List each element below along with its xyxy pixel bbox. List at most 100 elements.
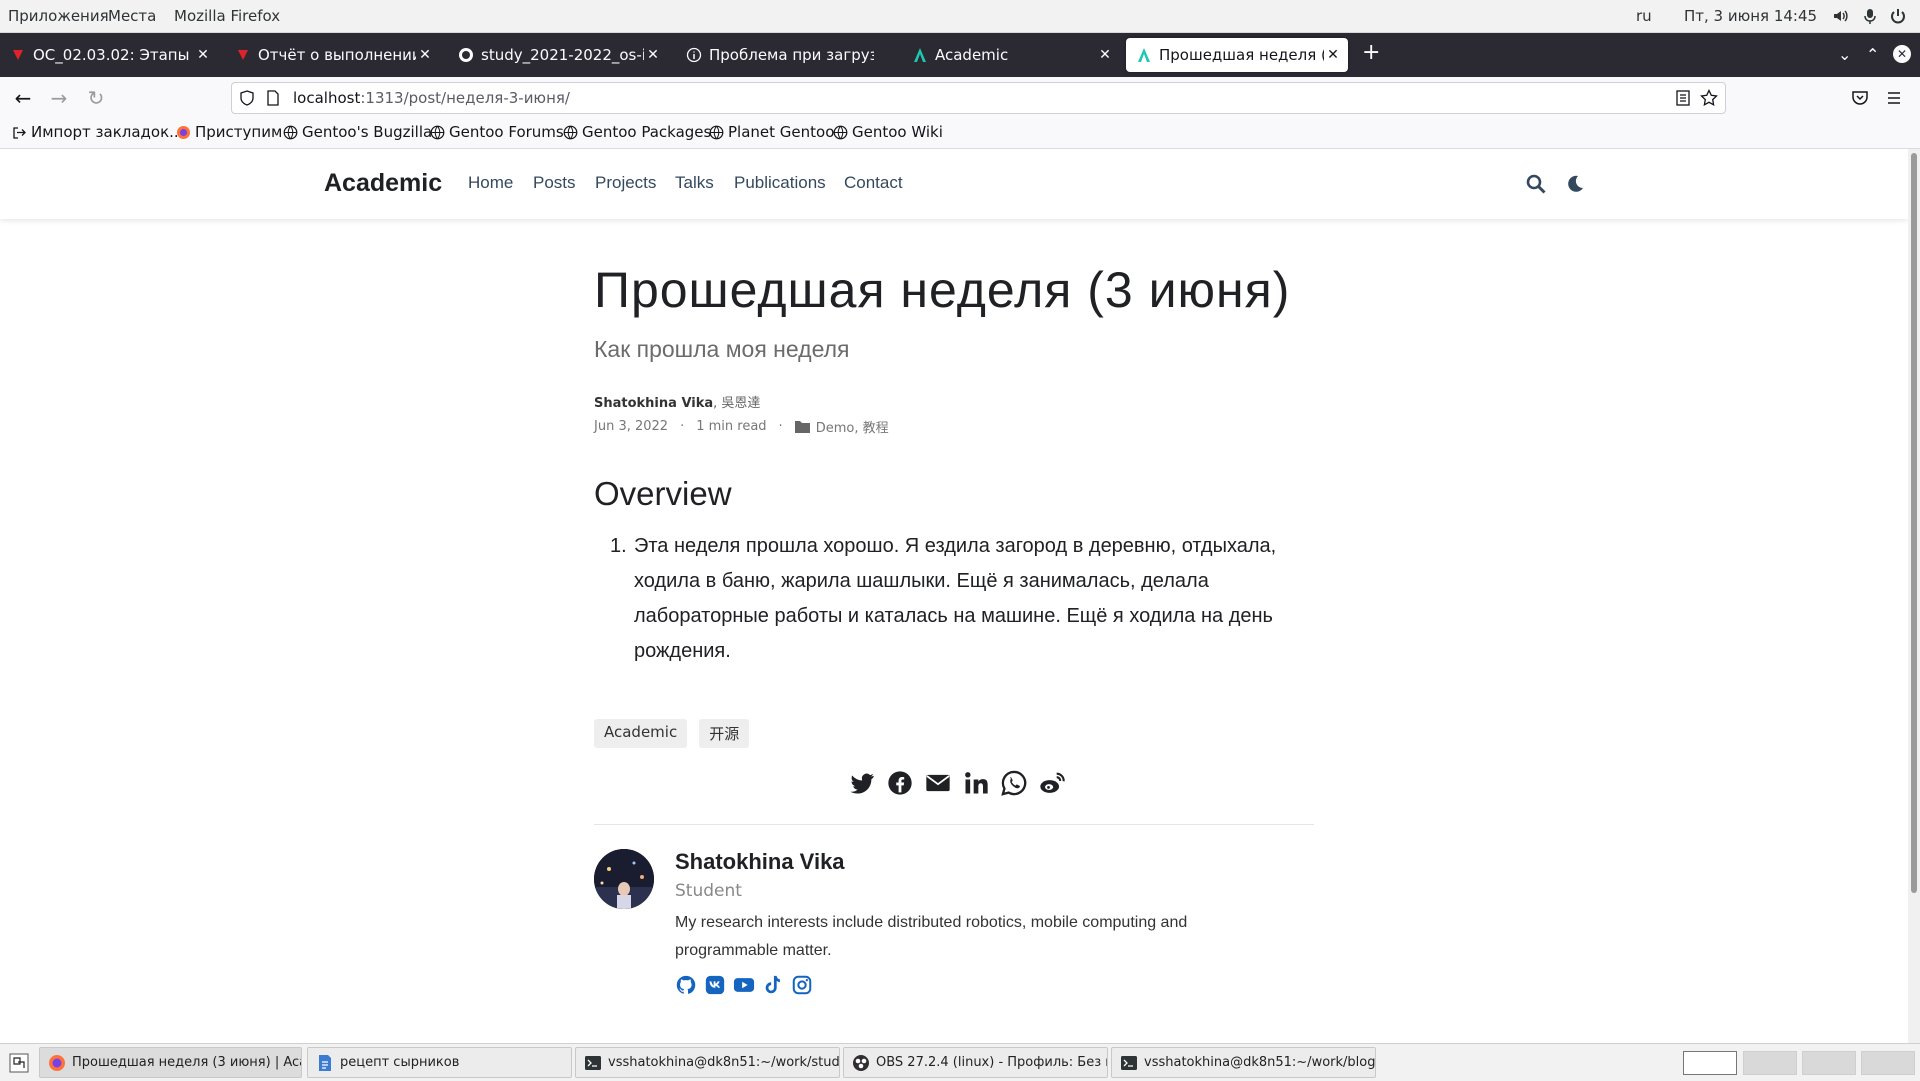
close-tab-icon[interactable]: ✕ xyxy=(1324,47,1342,63)
bookmark-gentoo-forums[interactable]: Gentoo Forums xyxy=(430,123,564,141)
article-categories[interactable]: Demo, 教程 xyxy=(816,417,889,436)
taskbar-window-document[interactable]: рецепт сырников xyxy=(307,1047,572,1078)
tab-6-active[interactable]: Прошедшая неделя (3 июня) ✕ xyxy=(1126,38,1348,72)
shield-icon[interactable] xyxy=(239,90,255,106)
back-arrow-icon[interactable]: ← xyxy=(12,87,34,109)
tab-title: Прошедшая неделя (3 июня) xyxy=(1159,46,1324,64)
applications-menu[interactable]: Приложения xyxy=(8,7,109,25)
facebook-icon[interactable] xyxy=(886,769,914,797)
vk-icon[interactable] xyxy=(704,974,726,996)
hamburger-menu-icon[interactable] xyxy=(1886,90,1902,106)
article-subtitle: Как прошла моя неделя xyxy=(594,336,850,362)
youtube-icon[interactable] xyxy=(733,974,755,996)
workspace-3[interactable] xyxy=(1802,1051,1856,1075)
linkedin-icon[interactable] xyxy=(962,769,990,797)
close-tab-icon[interactable]: ✕ xyxy=(1096,47,1114,63)
taskbar-window-firefox[interactable]: Прошедшая неделя (3 июня) | Academic — M… xyxy=(39,1047,302,1078)
window-maximize-icon[interactable]: ⌃ xyxy=(1866,45,1879,64)
bookmark-gentoo-wiki[interactable]: Gentoo Wiki xyxy=(833,123,943,141)
keyboard-layout[interactable]: ru xyxy=(1636,7,1652,25)
workspace-4[interactable] xyxy=(1861,1051,1915,1075)
tab-1[interactable]: ОС_02.03.02: Этапы реализации ✕ xyxy=(0,38,218,72)
bookmark-star-icon[interactable] xyxy=(1700,89,1718,107)
close-tab-icon[interactable]: ✕ xyxy=(194,47,212,63)
reader-view-icon[interactable] xyxy=(1676,90,1690,106)
taskbar-window-obs[interactable]: OBS 27.2.4 (linux) - Профиль: Без назван… xyxy=(843,1047,1108,1078)
folder-icon xyxy=(794,421,810,433)
whatsapp-icon[interactable] xyxy=(1000,769,1028,797)
taskbar-window-terminal-2[interactable]: vsshatokhina@dk8n51:~/work/blog xyxy=(1111,1047,1376,1078)
share-buttons xyxy=(848,769,1066,797)
workspace-1[interactable] xyxy=(1683,1051,1737,1075)
bookmark-import[interactable]: Импорт закладок... xyxy=(12,123,183,141)
obs-icon xyxy=(853,1054,869,1071)
email-icon[interactable] xyxy=(924,769,952,797)
tab-2[interactable]: Отчёт о выполнении. Индивидуальный ✕ xyxy=(225,38,440,72)
tag-academic[interactable]: Academic xyxy=(594,719,688,748)
taskbar-window-terminal-1[interactable]: vsshatokhina@dk8n51:~/work/study xyxy=(575,1047,840,1078)
nav-link-contact[interactable]: Contact xyxy=(844,173,903,193)
url-bar[interactable]: localhost:1313/post/неделя-3-июня/ xyxy=(231,82,1726,114)
window-close-icon[interactable]: ✕ xyxy=(1893,45,1911,63)
reload-icon[interactable]: ↻ xyxy=(85,87,107,109)
forward-arrow-icon[interactable]: → xyxy=(48,87,70,109)
tab-3[interactable]: study_2021-2022_os-intro ✕ xyxy=(448,38,668,72)
active-app-menu[interactable]: Mozilla Firefox xyxy=(174,7,280,25)
search-icon[interactable] xyxy=(1526,174,1546,194)
pocket-icon[interactable] xyxy=(1851,89,1869,107)
close-tab-icon[interactable]: ✕ xyxy=(644,47,662,63)
tiktok-icon[interactable] xyxy=(762,974,784,996)
places-menu[interactable]: Места xyxy=(108,7,156,25)
text-document-icon xyxy=(319,1054,331,1071)
bookmark-getting-started[interactable]: Приступим xyxy=(176,123,282,141)
nav-link-publications[interactable]: Publications xyxy=(734,173,826,193)
workspace-2[interactable] xyxy=(1743,1051,1797,1075)
article-tags: Academic 开源 xyxy=(594,719,761,748)
url-text[interactable]: localhost:1313/post/неделя-3-июня/ xyxy=(293,89,570,107)
bookmark-gentoo-bugzilla[interactable]: Gentoo's Bugzilla xyxy=(283,123,432,141)
author-link[interactable]: Shatokhina Vika xyxy=(594,396,713,411)
tab-favicon-icon xyxy=(238,50,248,60)
nav-link-talks[interactable]: Talks xyxy=(675,173,714,193)
tab-4[interactable]: Проблема при загрузке страницы xyxy=(676,38,898,72)
taskbar-label: vsshatokhina@dk8n51:~/work/blog xyxy=(1144,1055,1376,1070)
site-brand[interactable]: Academic xyxy=(324,169,442,198)
tag-open-source[interactable]: 开源 xyxy=(699,719,750,748)
github-icon[interactable] xyxy=(675,974,697,996)
twitter-icon[interactable] xyxy=(848,769,876,797)
instagram-icon[interactable] xyxy=(791,974,813,996)
page-info-icon[interactable] xyxy=(266,90,280,106)
page-scrollbar[interactable] xyxy=(1908,149,1920,1043)
taskbar-label: рецепт сырников xyxy=(340,1055,460,1070)
nav-link-posts[interactable]: Posts xyxy=(533,173,576,193)
show-desktop-icon[interactable] xyxy=(9,1053,29,1073)
info-icon xyxy=(686,47,702,63)
globe-icon xyxy=(563,125,578,139)
bookmark-label: Planet Gentoo xyxy=(728,123,835,141)
close-tab-icon[interactable]: ✕ xyxy=(416,47,434,63)
globe-icon xyxy=(709,125,724,139)
browser-tab-strip: ОС_02.03.02: Этапы реализации ✕ Отчёт о … xyxy=(0,33,1920,77)
author-card-name[interactable]: Shatokhina Vika xyxy=(675,849,845,875)
nav-link-projects[interactable]: Projects xyxy=(595,173,656,193)
taskbar: Прошедшая неделя (3 июня) | Academic — M… xyxy=(0,1043,1920,1081)
dark-mode-moon-icon[interactable] xyxy=(1565,174,1585,194)
bookmark-planet-gentoo[interactable]: Planet Gentoo xyxy=(709,123,834,141)
scrollbar-thumb[interactable] xyxy=(1911,153,1917,893)
tab-list-chevron-icon[interactable]: ⌄ xyxy=(1838,45,1851,64)
weibo-icon[interactable] xyxy=(1038,769,1066,797)
power-icon[interactable] xyxy=(1889,7,1907,25)
bookmark-gentoo-packages[interactable]: Gentoo Packages xyxy=(563,123,711,141)
tab-5[interactable]: Academic ✕ xyxy=(902,38,1120,72)
nav-link-home[interactable]: Home xyxy=(468,173,513,193)
volume-icon[interactable] xyxy=(1832,7,1850,25)
academic-logo-icon xyxy=(914,48,926,62)
clock[interactable]: Пт, 3 июня 14:45 xyxy=(1684,7,1817,25)
avatar-photo xyxy=(594,849,654,909)
author-socials xyxy=(675,974,813,996)
microphone-icon[interactable] xyxy=(1861,7,1879,25)
author-avatar[interactable] xyxy=(594,849,654,909)
tab-favicon-icon xyxy=(13,50,23,60)
list-number: 1. xyxy=(610,535,627,557)
new-tab-button[interactable]: + xyxy=(1362,40,1380,65)
